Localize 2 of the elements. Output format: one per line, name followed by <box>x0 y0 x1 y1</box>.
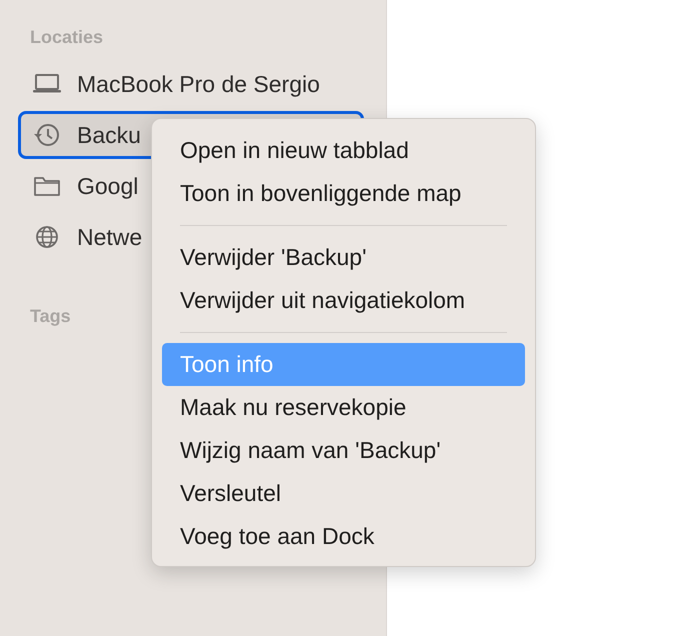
section-heading: Tags <box>30 305 71 328</box>
section-heading: Locaties <box>30 26 104 49</box>
